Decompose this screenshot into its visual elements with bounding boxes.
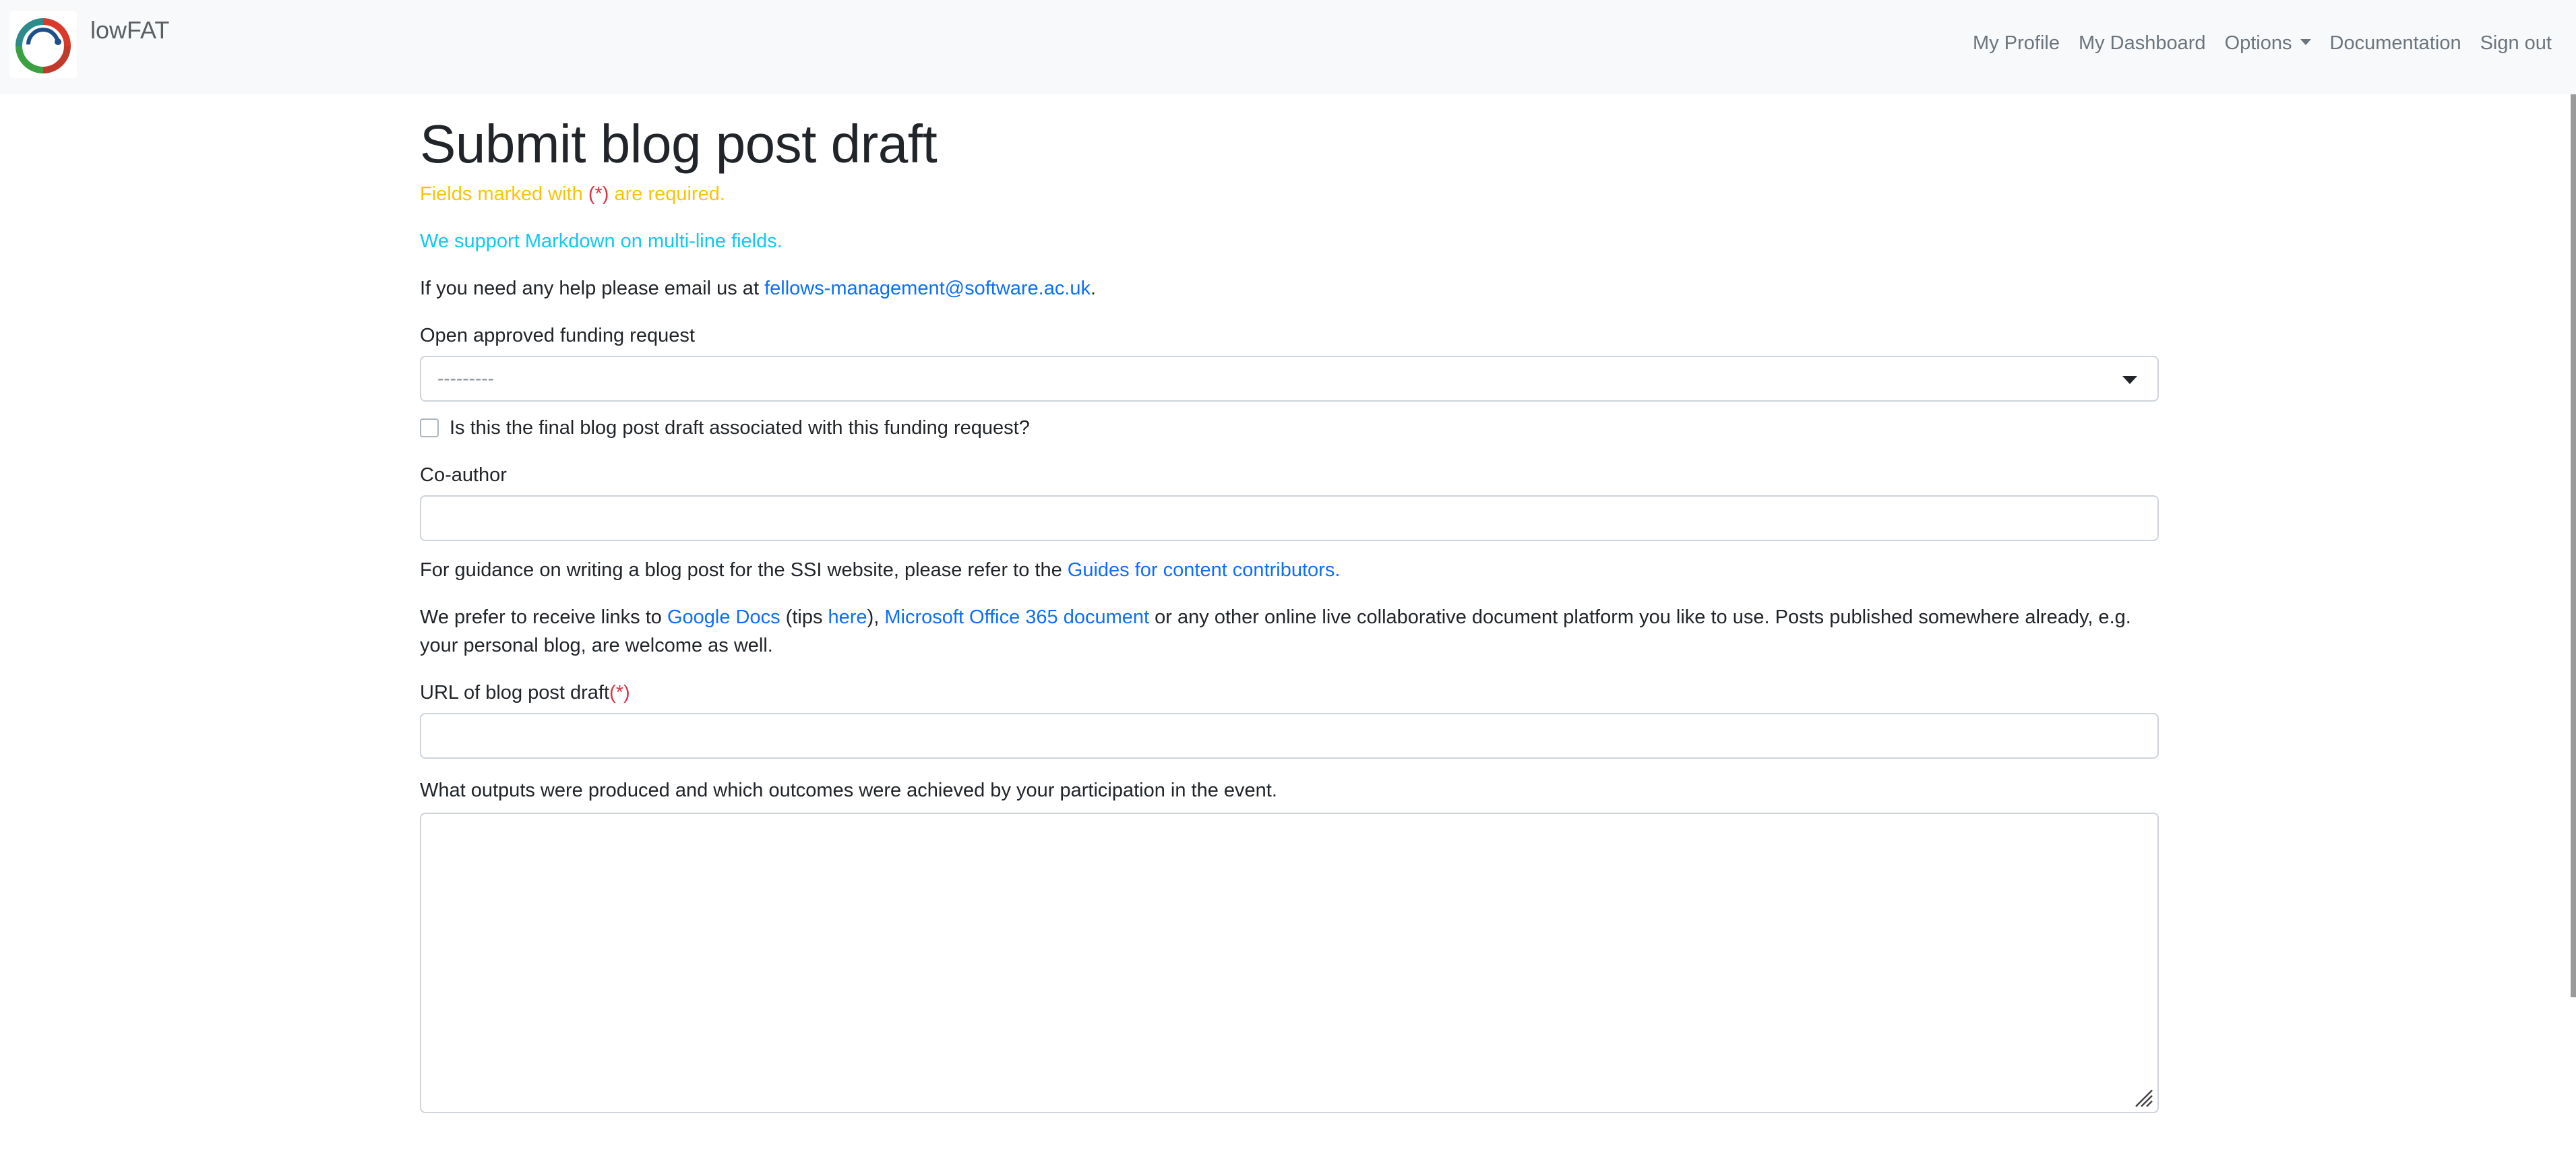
nav-options-dropdown[interactable]: Options: [2215, 32, 2321, 55]
markdown-note: We support Markdown on multi-line fields…: [420, 230, 783, 252]
required-note-suffix: are required.: [609, 183, 725, 205]
nav-links: My Profile My Dashboard Options Document…: [1963, 32, 2561, 55]
coauthor-input[interactable]: [420, 495, 2159, 541]
chevron-down-icon: [2122, 376, 2137, 384]
nav-documentation[interactable]: Documentation: [2321, 32, 2471, 55]
outputs-textarea[interactable]: [420, 813, 2159, 1113]
nav-my-dashboard[interactable]: My Dashboard: [2069, 32, 2215, 55]
top-navbar: lowFAT My Profile My Dashboard Options D…: [0, 0, 2576, 94]
coauthor-label: Co-author: [420, 464, 507, 486]
help-prefix: If you need any help please email us at: [420, 278, 765, 299]
office365-link[interactable]: Microsoft Office 365 document: [884, 606, 1149, 628]
guidance-text: For guidance on writing a blog post for …: [420, 556, 2159, 584]
resize-grip-icon[interactable]: [2133, 1088, 2153, 1108]
prefer-prefix: We prefer to receive links to: [420, 606, 667, 628]
page-title: Submit blog post draft: [420, 114, 938, 174]
google-docs-link[interactable]: Google Docs: [667, 606, 780, 628]
final-draft-row: Is this the final blog post draft associ…: [420, 414, 2159, 442]
help-text: If you need any help please email us at …: [420, 274, 2159, 303]
required-marker: (*): [588, 183, 609, 205]
funding-request-label: Open approved funding request: [420, 325, 695, 346]
guides-link[interactable]: Guides for content contributors.: [1068, 559, 1341, 581]
required-note-prefix: Fields marked with: [420, 183, 588, 205]
outputs-label: What outputs were produced and which out…: [420, 780, 1277, 801]
page-scrollbar[interactable]: [2571, 94, 2576, 997]
url-required-marker: (*): [609, 682, 630, 703]
nav-my-profile[interactable]: My Profile: [1963, 32, 2069, 55]
funding-request-selected: ---------: [437, 368, 494, 389]
tips-here-link[interactable]: here: [828, 606, 867, 628]
tips-close: ),: [867, 606, 885, 628]
blog-url-input[interactable]: [420, 713, 2159, 759]
lowfat-logo[interactable]: [9, 11, 77, 78]
chevron-down-icon: [2300, 38, 2311, 45]
tips-open: (tips: [780, 606, 828, 628]
funding-request-select[interactable]: ---------: [420, 356, 2159, 402]
required-fields-note: Fields marked with (*) are required.: [420, 180, 2159, 208]
final-draft-checkbox[interactable]: [420, 418, 439, 437]
nav-options-label: Options: [2224, 32, 2292, 54]
help-email-link[interactable]: fellows-management@software.ac.uk: [764, 278, 1091, 299]
url-label-text: URL of blog post draft: [420, 682, 610, 703]
help-suffix: .: [1091, 278, 1097, 299]
nav-sign-out[interactable]: Sign out: [2471, 32, 2561, 55]
final-draft-label[interactable]: Is this the final blog post draft associ…: [450, 414, 1030, 442]
brand-name[interactable]: lowFAT: [90, 16, 169, 44]
main-content: Submit blog post draft Fields marked wit…: [420, 115, 2159, 1113]
prefer-links-text: We prefer to receive links to Google Doc…: [420, 603, 2159, 660]
guidance-prefix: For guidance on writing a blog post for …: [420, 559, 1068, 581]
url-label: URL of blog post draft(*): [420, 679, 2159, 707]
